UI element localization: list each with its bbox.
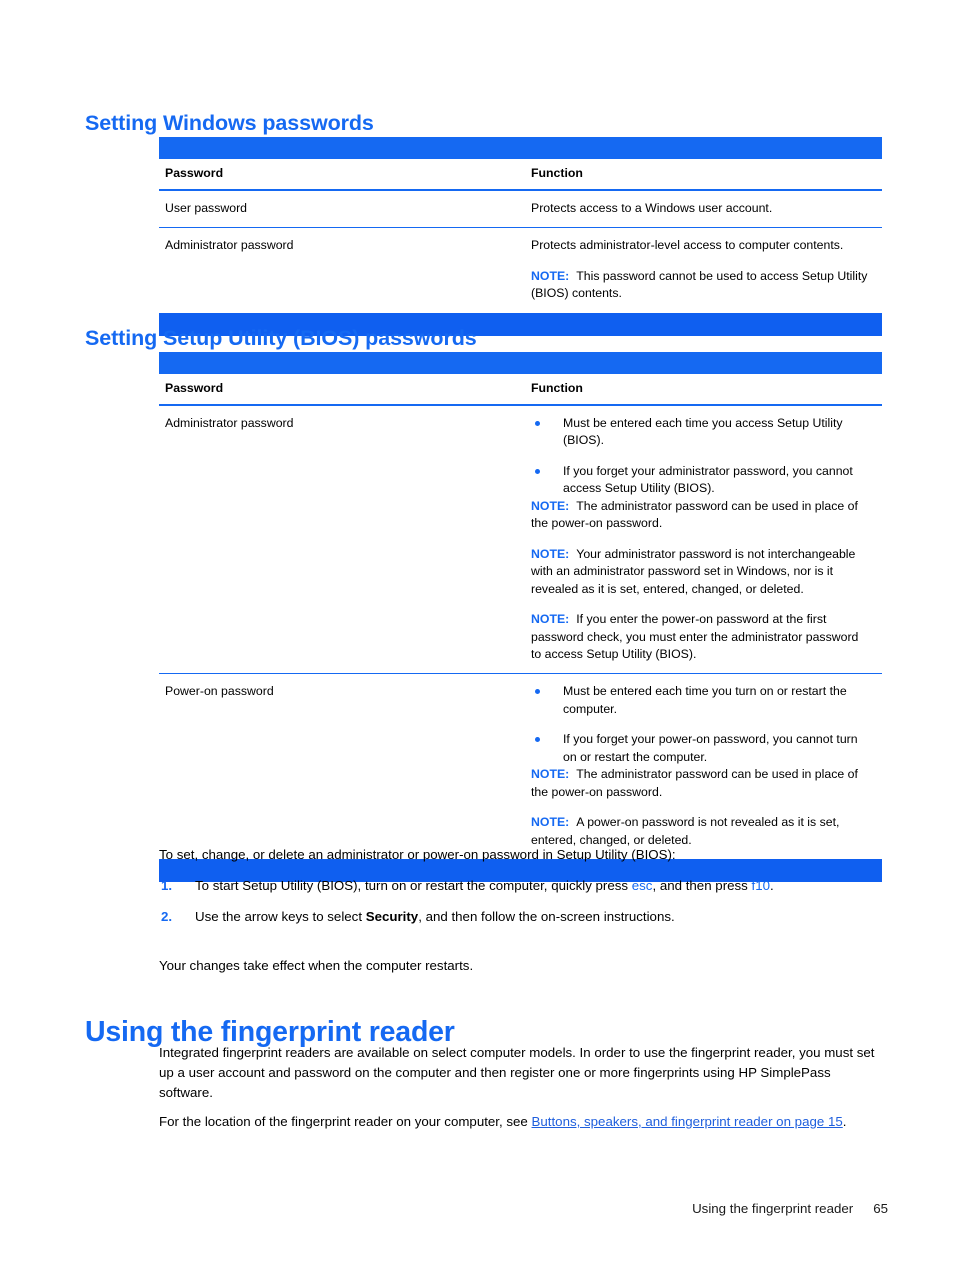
cell-password: Administrator password bbox=[159, 227, 525, 313]
cross-reference-link[interactable]: Buttons, speakers, and fingerprint reade… bbox=[532, 1114, 843, 1129]
table-header-row: Password Function bbox=[159, 159, 882, 191]
column-header-function: Function bbox=[525, 159, 882, 191]
footer-page-number: 65 bbox=[873, 1201, 888, 1216]
table-row: User password Protects access to a Windo… bbox=[159, 190, 882, 228]
menu-name-security: Security bbox=[365, 908, 419, 924]
list-item: If you forget your power-on password, yo… bbox=[531, 731, 872, 766]
step-text-part: Use the arrow keys to select bbox=[195, 908, 366, 924]
cell-function: Protects administrator-level access to c… bbox=[525, 227, 882, 313]
cell-function: Must be entered each time you turn on or… bbox=[525, 673, 882, 860]
note-label: NOTE: bbox=[531, 612, 570, 627]
table-row: Power-on password Must be entered each t… bbox=[159, 673, 882, 860]
note-paragraph: NOTE: Your administrator password is not … bbox=[531, 546, 872, 598]
note-text: The administrator password can be used i… bbox=[531, 498, 858, 531]
function-bullet-list: Must be entered each time you access Set… bbox=[531, 415, 872, 498]
heading-setting-windows-passwords: Setting Windows passwords bbox=[85, 110, 374, 135]
cell-function: Must be entered each time you access Set… bbox=[525, 405, 882, 674]
procedure-steps: 1. To start Setup Utility (BIOS), turn o… bbox=[159, 876, 884, 927]
procedure-step: 2. Use the arrow keys to select Security… bbox=[159, 907, 884, 927]
note-text: A power-on password is not revealed as i… bbox=[531, 815, 840, 847]
note-paragraph: NOTE: The administrator password can be u… bbox=[531, 498, 872, 533]
column-header-password: Password bbox=[159, 159, 525, 191]
cell-function: Protects access to a Windows user accoun… bbox=[525, 190, 882, 228]
document-page: Setting Windows passwords Password Funct… bbox=[0, 0, 954, 1271]
bullet-icon bbox=[535, 421, 540, 426]
list-item-text: Must be entered each time you turn on or… bbox=[563, 684, 847, 716]
column-header-password: Password bbox=[159, 374, 525, 406]
table-row: Administrator password Protects administ… bbox=[159, 227, 882, 313]
function-text: Protects administrator-level access to c… bbox=[531, 238, 844, 253]
note-paragraph: NOTE: If you enter the power-on password … bbox=[531, 611, 872, 663]
step-text: To start Setup Utility (BIOS), turn on o… bbox=[195, 878, 774, 893]
note-text: The administrator password can be used i… bbox=[531, 767, 858, 799]
step-text-part: To start Setup Utility (BIOS), turn on o… bbox=[195, 878, 632, 893]
key-f10: f10 bbox=[751, 878, 771, 893]
paragraph-text-prefix: For the location of the fingerprint read… bbox=[159, 1114, 532, 1129]
cell-password: User password bbox=[165, 201, 248, 215]
step-number: 2. bbox=[161, 908, 173, 924]
note-label: NOTE: bbox=[531, 767, 570, 782]
cell-password: Power-on password bbox=[159, 673, 525, 860]
fingerprint-paragraph-1: Integrated fingerprint readers are avail… bbox=[159, 1045, 875, 1100]
note-label: NOTE: bbox=[531, 498, 570, 513]
key-esc: esc bbox=[631, 878, 653, 893]
step-text-part: . bbox=[770, 878, 774, 893]
bios-passwords-table: Password Function Administrator password… bbox=[159, 352, 882, 883]
step-text-part: , and then follow the on-screen instruct… bbox=[418, 908, 675, 924]
procedure-intro: To set, change, or delete an administrat… bbox=[159, 847, 676, 862]
function-text: Protects access to a Windows user accoun… bbox=[531, 201, 773, 215]
step-number: 1. bbox=[161, 878, 173, 893]
fingerprint-paragraph-2: For the location of the fingerprint read… bbox=[159, 1112, 884, 1132]
table-top-rule bbox=[159, 137, 882, 159]
function-bullet-list: Must be entered each time you turn on or… bbox=[531, 683, 872, 766]
table-top-rule bbox=[159, 352, 882, 374]
note-text: Your administrator password is not inter… bbox=[531, 546, 856, 596]
procedure-outro: Your changes take effect when the comput… bbox=[159, 958, 474, 973]
bullet-icon bbox=[535, 737, 540, 743]
page-footer: Using the fingerprint reader 65 bbox=[692, 1201, 888, 1216]
table-row: Administrator password Must be entered e… bbox=[159, 405, 882, 674]
note-label: NOTE: bbox=[531, 546, 570, 561]
list-item: Must be entered each time you access Set… bbox=[531, 415, 872, 450]
list-item: If you forget your administrator passwor… bbox=[531, 463, 872, 498]
list-item: Must be entered each time you turn on or… bbox=[531, 683, 872, 718]
footer-section-title: Using the fingerprint reader bbox=[692, 1201, 854, 1216]
list-item-text: Must be entered each time you access Set… bbox=[563, 416, 843, 448]
column-header-function: Function bbox=[525, 374, 882, 406]
step-text: Use the arrow keys to select Security, a… bbox=[195, 909, 675, 924]
table-header-row: Password Function bbox=[159, 374, 882, 406]
list-item-text: If you forget your administrator passwor… bbox=[563, 463, 853, 496]
note-paragraph: NOTE: This password cannot be used to acc… bbox=[531, 268, 872, 303]
windows-passwords-table: Password Function User password Protects… bbox=[159, 137, 882, 336]
procedure-step: 1. To start Setup Utility (BIOS), turn o… bbox=[159, 876, 884, 896]
cell-password: Administrator password bbox=[165, 416, 294, 430]
note-text: If you enter the power-on password at th… bbox=[531, 612, 859, 661]
note-paragraph: NOTE: A power-on password is not revealed… bbox=[531, 814, 872, 849]
note-paragraph: NOTE: The administrator password can be u… bbox=[531, 766, 872, 801]
bullet-icon bbox=[535, 689, 540, 695]
note-label: NOTE: bbox=[531, 815, 570, 830]
paragraph-text-suffix: . bbox=[842, 1114, 847, 1129]
heading-setting-bios-passwords: Setting Setup Utility (BIOS) passwords bbox=[85, 325, 477, 350]
note-label: NOTE: bbox=[531, 268, 570, 283]
note-text: This password cannot be used to access S… bbox=[531, 268, 868, 301]
list-item-text: If you forget your power-on password, yo… bbox=[563, 732, 858, 764]
step-text-part: , and then press bbox=[652, 878, 752, 893]
bullet-icon bbox=[535, 468, 540, 474]
